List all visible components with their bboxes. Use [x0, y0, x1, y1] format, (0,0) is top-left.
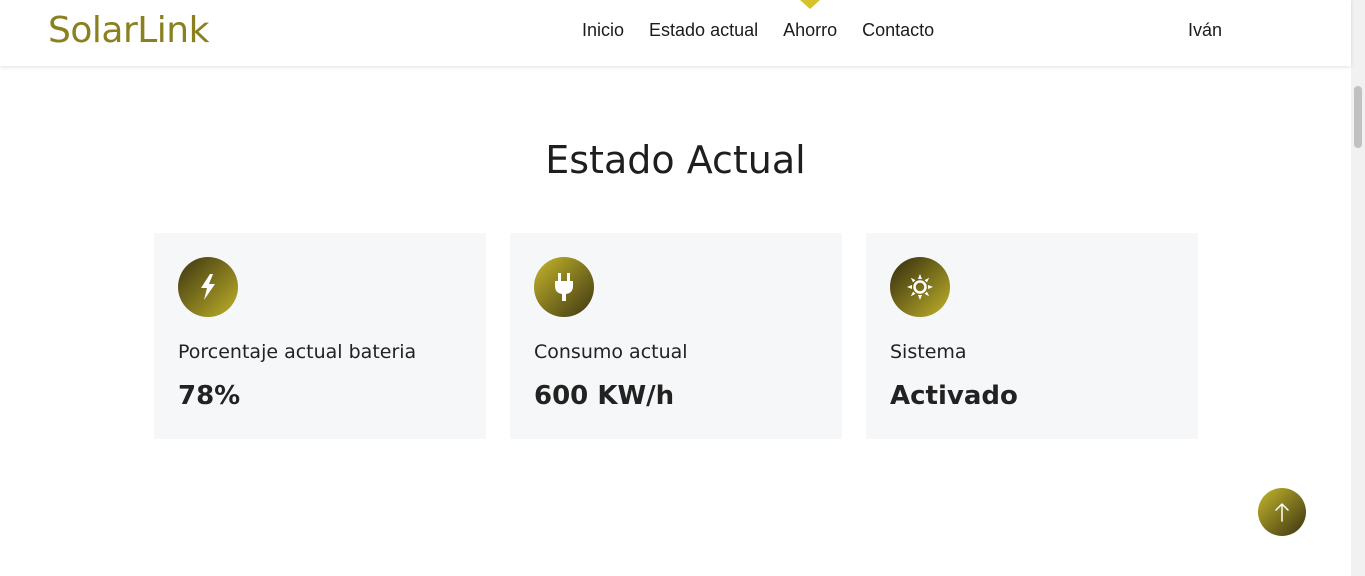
scrollbar[interactable] [1351, 0, 1365, 576]
card-value: Activado [890, 381, 1018, 411]
lightning-icon [178, 257, 238, 317]
user-menu[interactable]: Iván [1188, 20, 1222, 41]
card-value: 600 KW/h [534, 381, 675, 411]
battery-card: Porcentaje actual bateria 78% [154, 233, 486, 439]
navbar: SolarLink Inicio Estado actual Ahorro Co… [0, 0, 1351, 66]
system-card: Sistema Activado [866, 233, 1198, 439]
card-label: Consumo actual [534, 341, 688, 363]
scrollbar-thumb[interactable] [1354, 86, 1362, 148]
sun-icon [890, 257, 950, 317]
nav-link-contacto[interactable]: Contacto [862, 20, 934, 41]
consumption-card: Consumo actual 600 KW/h [510, 233, 842, 439]
main-nav: Inicio Estado actual Ahorro Contacto [582, 20, 959, 41]
section-title: Estado Actual [545, 138, 806, 182]
card-label: Sistema [890, 341, 967, 363]
back-to-top-button[interactable] [1258, 488, 1306, 536]
card-label: Porcentaje actual bateria [178, 341, 417, 363]
nav-link-ahorro[interactable]: Ahorro [783, 20, 837, 41]
nav-link-inicio[interactable]: Inicio [582, 20, 624, 41]
status-cards: Porcentaje actual bateria 78% Consumo ac… [154, 233, 1198, 439]
logo[interactable]: SolarLink [48, 10, 209, 51]
card-value: 78% [178, 381, 241, 411]
plug-icon [534, 257, 594, 317]
nav-link-estado-actual[interactable]: Estado actual [649, 20, 758, 41]
arrow-up-icon [1275, 503, 1289, 522]
